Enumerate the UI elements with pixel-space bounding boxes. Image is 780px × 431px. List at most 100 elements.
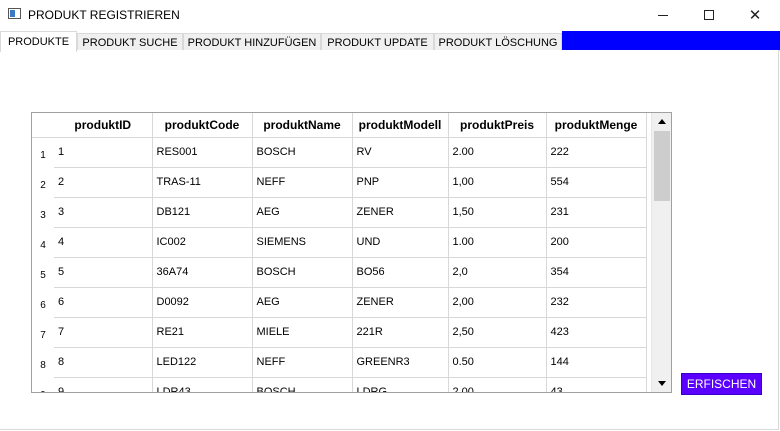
column-header-produktmodell[interactable]: produktModell — [352, 113, 449, 138]
row-number[interactable]: 4 — [32, 227, 54, 257]
table-cell[interactable]: 2 — [54, 167, 153, 198]
scroll-down-button[interactable] — [652, 375, 672, 392]
title-bar: PRODUKT REGISTRIEREN ✕ — [0, 0, 780, 30]
tab-produkte[interactable]: PRODUKTE — [0, 31, 77, 52]
table-cell[interactable]: 36A74 — [152, 257, 253, 288]
table-row[interactable]: 6 6 D0092 AEG ZENER 2,00 232 — [32, 287, 647, 318]
table-cell[interactable]: TRAS-11 — [152, 167, 253, 198]
tab-bar: PRODUKTE PRODUKT SUCHE PRODUKT HINZUFÜGE… — [0, 31, 780, 52]
table-cell[interactable]: BOSCH — [252, 377, 353, 392]
column-header-produktname[interactable]: produktName — [252, 113, 353, 138]
table-corner — [32, 113, 54, 138]
row-number[interactable]: 1 — [32, 137, 54, 167]
table-cell[interactable]: D0092 — [152, 287, 253, 318]
column-header-produktid[interactable]: produktID — [54, 113, 153, 138]
table-cell[interactable]: 2,00 — [448, 287, 547, 318]
table-cell[interactable]: 0.50 — [448, 347, 547, 378]
refresh-button[interactable]: ERFISCHEN — [681, 373, 762, 395]
table-row[interactable]: 2 2 TRAS-11 NEFF PNP 1,00 554 — [32, 167, 647, 198]
table-cell[interactable]: ZENER — [352, 197, 449, 228]
window-app-icon — [8, 8, 21, 19]
table-cell[interactable]: 5 — [54, 257, 153, 288]
table-cell[interactable]: MIELE — [252, 317, 353, 348]
table-cell[interactable]: 1,00 — [448, 167, 547, 198]
close-button[interactable]: ✕ — [732, 0, 778, 30]
table-cell[interactable]: NEFF — [252, 347, 353, 378]
table-cell[interactable]: DB121 — [152, 197, 253, 228]
scroll-up-button[interactable] — [652, 113, 672, 130]
table-cell[interactable]: RE21 — [152, 317, 253, 348]
product-table[interactable]: produktID produktCode produktName produk… — [31, 112, 672, 393]
table-row[interactable]: 3 3 DB121 AEG ZENER 1,50 231 — [32, 197, 647, 228]
table-cell[interactable]: 1,50 — [448, 197, 547, 228]
table-cell[interactable]: LDR43 — [152, 377, 253, 392]
table-cell[interactable]: IC002 — [152, 227, 253, 258]
row-number[interactable]: 6 — [32, 287, 54, 317]
table-cell[interactable]: RV — [352, 137, 449, 168]
table-cell[interactable]: AEG — [252, 197, 353, 228]
table-cell[interactable]: LDRG — [352, 377, 449, 392]
scrollbar-thumb[interactable] — [654, 131, 670, 201]
tab-strip-fill — [562, 31, 780, 50]
tab-produkt-suche[interactable]: PRODUKT SUCHE — [77, 33, 183, 51]
table-cell[interactable]: 354 — [546, 257, 647, 288]
column-header-produktpreis[interactable]: produktPreis — [448, 113, 547, 138]
tab-produkt-loeschung[interactable]: PRODUKT LÖSCHUNG — [434, 33, 562, 51]
table-cell[interactable]: 232 — [546, 287, 647, 318]
table-cell[interactable]: UND — [352, 227, 449, 258]
table-cell[interactable]: 4 — [54, 227, 153, 258]
table-cell[interactable]: 423 — [546, 317, 647, 348]
table-cell[interactable]: 1.00 — [448, 227, 547, 258]
table-cell[interactable]: 6 — [54, 287, 153, 318]
table-cell[interactable]: BOSCH — [252, 137, 353, 168]
table-row[interactable]: 4 4 IC002 SIEMENS UND 1.00 200 — [32, 227, 647, 258]
minimize-button[interactable] — [640, 0, 686, 30]
arrow-up-icon — [658, 119, 666, 124]
close-icon: ✕ — [748, 6, 762, 24]
table-cell[interactable]: 1 — [54, 137, 153, 168]
table-cell[interactable]: AEG — [252, 287, 353, 318]
table-cell[interactable]: 2,50 — [448, 317, 547, 348]
table-cell[interactable]: 231 — [546, 197, 647, 228]
table-row[interactable]: 8 8 LED122 NEFF GREENR3 0.50 144 — [32, 347, 647, 378]
table-cell[interactable]: NEFF — [252, 167, 353, 198]
table-cell[interactable]: 222 — [546, 137, 647, 168]
table-cell[interactable]: 8 — [54, 347, 153, 378]
table-cell[interactable]: GREENR3 — [352, 347, 449, 378]
table-cell[interactable]: BO56 — [352, 257, 449, 288]
table-cell[interactable]: LED122 — [152, 347, 253, 378]
table-cell[interactable]: 2.00 — [448, 137, 547, 168]
table-cell[interactable]: RES001 — [152, 137, 253, 168]
table-row[interactable]: 1 1 RES001 BOSCH RV 2.00 222 — [32, 137, 647, 168]
table-cell[interactable]: 200 — [546, 227, 647, 258]
row-number[interactable]: 9 — [32, 377, 54, 393]
table-cell[interactable]: 7 — [54, 317, 153, 348]
tab-produkt-hinzufuegen[interactable]: PRODUKT HINZUFÜGEN — [183, 33, 321, 51]
table-row[interactable]: 5 5 36A74 BOSCH BO56 2,0 354 — [32, 257, 647, 288]
row-number[interactable]: 8 — [32, 347, 54, 377]
table-cell[interactable]: 2.00 — [448, 377, 547, 392]
row-number[interactable]: 2 — [32, 167, 54, 197]
table-cell[interactable]: 144 — [546, 347, 647, 378]
row-number[interactable]: 7 — [32, 317, 54, 347]
tab-produkt-update[interactable]: PRODUKT UPDATE — [321, 33, 434, 51]
table-cell[interactable]: 3 — [54, 197, 153, 228]
row-number[interactable]: 5 — [32, 257, 54, 287]
table-cell[interactable]: 221R — [352, 317, 449, 348]
table-vertical-scrollbar[interactable] — [651, 113, 671, 392]
table-row[interactable]: 7 7 RE21 MIELE 221R 2,50 423 — [32, 317, 647, 348]
column-header-produktcode[interactable]: produktCode — [152, 113, 253, 138]
table-cell[interactable]: 43 — [546, 377, 647, 392]
table-cell[interactable]: BOSCH — [252, 257, 353, 288]
table-cell[interactable]: ZENER — [352, 287, 449, 318]
column-header-produktmenge[interactable]: produktMenge — [546, 113, 647, 138]
minimize-icon — [658, 14, 668, 16]
table-cell[interactable]: PNP — [352, 167, 449, 198]
table-row[interactable]: 99LDR43BOSCHLDRG2.0043 — [32, 377, 647, 393]
table-cell[interactable]: 2,0 — [448, 257, 547, 288]
table-cell[interactable]: 9 — [54, 377, 153, 392]
row-number[interactable]: 3 — [32, 197, 54, 227]
table-cell[interactable]: SIEMENS — [252, 227, 353, 258]
maximize-button[interactable] — [686, 0, 732, 30]
table-cell[interactable]: 554 — [546, 167, 647, 198]
